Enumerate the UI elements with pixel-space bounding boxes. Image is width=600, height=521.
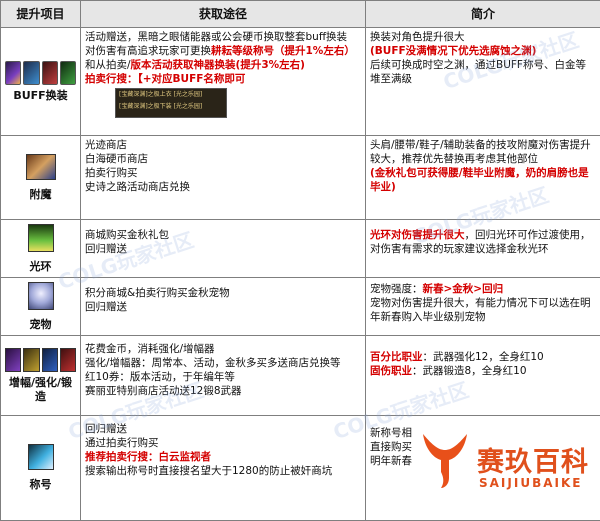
source-line: 推荐拍卖行搜：白云监视者 [85, 450, 361, 464]
aura-icon [28, 224, 54, 252]
intro-line: 明年新春 [370, 454, 596, 468]
source-cell: 光迹商店 白海硬币商店 拍卖行购买 史诗之路活动商店兑换 [81, 136, 366, 220]
intro-cell: 新称号相 直接购买 明年新春 [366, 416, 600, 521]
source-line: 商城购买金秋礼包 [85, 228, 361, 242]
source-line: 积分商城&拍卖行购买金秋宠物 [85, 286, 361, 300]
intro-cell: 光环对伤害提升很大，回归光环可作过渡使用，对伤害有需求的玩家建议选择金秋光环 [366, 220, 600, 278]
source-line: 对伤害有高追求玩家可更换耕耘等级称号（提升1%左右） [85, 44, 361, 58]
item-cell: 称号 [1, 416, 81, 521]
source-line: 光迹商店 [85, 138, 361, 152]
source-line: 回归赠送 [85, 422, 361, 436]
intro-line: 换装对角色提升很大 [370, 30, 596, 44]
source-cell: 活动赠送，黑暗之眼储能器或公会硬币换取整套buff换装 对伤害有高追求玩家可更换… [81, 28, 366, 136]
intro-line: 宠物对伤害提升很大，有能力情况下可以选在明年新春购入毕业级别宠物 [370, 296, 596, 324]
item-name: BUFF换装 [5, 89, 76, 103]
table-row: BUFF换装 活动赠送，黑暗之眼储能器或公会硬币换取整套buff换装 对伤害有高… [1, 28, 600, 136]
source-cell: 积分商城&拍卖行购买金秋宠物 回归赠送 [81, 278, 366, 336]
source-line: 拍卖行购买 [85, 166, 361, 180]
item-name: 附魔 [5, 188, 76, 202]
amplify-icon [5, 348, 21, 372]
enchant-card-icon [26, 154, 56, 180]
item-name: 增幅/强化/锻造 [5, 376, 76, 404]
item-cell: 增幅/强化/锻造 [1, 336, 81, 416]
source-line: 和从拍卖/版本活动获取神器换装(提升3%左右) [85, 58, 361, 72]
intro-line: 宠物强度：新春>金秋>回归 [370, 282, 596, 296]
intro-line: 新称号相 [370, 426, 596, 440]
item-cell: 光环 [1, 220, 81, 278]
table-row: 增幅/强化/锻造 花费金币，消耗强化/增幅器 强化/增幅器：周常本、活动，金秋多… [1, 336, 600, 416]
item-cell: BUFF换装 [1, 28, 81, 136]
intro-line: (BUFF没满情况下优先选腐蚀之渊) [370, 44, 596, 58]
item-cell: 附魔 [1, 136, 81, 220]
source-cell: 商城购买金秋礼包 回归赠送 [81, 220, 366, 278]
intro-line: 固伤职业：武器锻造8，全身红10 [370, 364, 596, 378]
intro-line: (金秋礼包可获得腰/鞋毕业附魔，奶的肩膀也是毕业) [370, 166, 596, 194]
buff-icons [5, 61, 76, 85]
intro-cell: 宠物强度：新春>金秋>回归 宠物对伤害提升很大，有能力情况下可以选在明年新春购入… [366, 278, 600, 336]
table-row: 称号 回归赠送 通过拍卖行购买 推荐拍卖行搜：白云监视者 搜索输出称号时直接搜名… [1, 416, 600, 521]
table-row: 附魔 光迹商店 白海硬币商店 拍卖行购买 史诗之路活动商店兑换 头肩/腰带/鞋子… [1, 136, 600, 220]
upgrade-table: 提升项目 获取途径 简介 BUFF换装 活动赠送，黑暗之眼储能器或公会硬币换取整… [0, 0, 600, 521]
item-name: 光环 [5, 260, 76, 274]
header-intro: 简介 [366, 1, 600, 28]
intro-cell: 百分比职业：武器强化12，全身红10 固伤职业：武器锻造8，全身红10 [366, 336, 600, 416]
source-line: 史诗之路活动商店兑换 [85, 180, 361, 194]
intro-line: 头肩/腰带/鞋子/辅助装备的技攻附魔对伤害提升较大，推荐优先替换再考虑其他部位 [370, 138, 596, 166]
header-item: 提升项目 [1, 1, 81, 28]
source-line: 红10券：版本活动，于年编年等 [85, 370, 361, 384]
source-line: 赛丽亚特别商店活动送12锻8武器 [85, 384, 361, 398]
table-row: 光环 商城购买金秋礼包 回归赠送 光环对伤害提升很大，回归光环可作过渡使用，对伤… [1, 220, 600, 278]
source-line: 白海硬币商店 [85, 152, 361, 166]
source-line: 拍卖行搜：【+对应BUFF名称即可 [85, 72, 361, 86]
source-line: 回归赠送 [85, 242, 361, 256]
source-line: 花费金币，消耗强化/增幅器 [85, 342, 361, 356]
source-cell: 花费金币，消耗强化/增幅器 强化/增幅器：周常本、活动，金秋多买多送商店兑换等 … [81, 336, 366, 416]
intro-cell: 换装对角色提升很大 (BUFF没满情况下优先选腐蚀之渊) 后续可换成时空之渊，通… [366, 28, 600, 136]
source-line: 回归赠送 [85, 300, 361, 314]
intro-cell: 头肩/腰带/鞋子/辅助装备的技攻附魔对伤害提升较大，推荐优先替换再考虑其他部位 … [366, 136, 600, 220]
source-cell: 回归赠送 通过拍卖行购买 推荐拍卖行搜：白云监视者 搜索输出称号时直接搜名望大于… [81, 416, 366, 521]
intro-line: 光环对伤害提升很大，回归光环可作过渡使用，对伤害有需求的玩家建议选择金秋光环 [370, 228, 596, 256]
source-line: 强化/增幅器：周常本、活动，金秋多买多送商店兑换等 [85, 356, 361, 370]
source-line: 活动赠送，黑暗之眼储能器或公会硬币换取整套buff换装 [85, 30, 361, 44]
buff-gear-icon [42, 61, 58, 85]
table-header-row: 提升项目 获取途径 简介 [1, 1, 600, 28]
item-name: 宠物 [5, 318, 76, 332]
buff-gear-icon [23, 61, 39, 85]
pet-icon [28, 282, 54, 310]
intro-line: 百分比职业：武器强化12，全身红10 [370, 350, 596, 364]
reinforce-icon [23, 348, 39, 372]
forge-icon [60, 348, 76, 372]
intro-line: 直接购买 [370, 440, 596, 454]
item-cell: 宠物 [1, 278, 81, 336]
auction-screenshot: [宝藏深渊]之极上衣 [光之乐园] [宝藏深渊]之极下装 [光之乐园] [115, 88, 227, 118]
ticket-icon [42, 348, 58, 372]
buff-gear-icon [5, 61, 21, 85]
header-source: 获取途径 [81, 1, 366, 28]
item-name: 称号 [5, 478, 76, 492]
title-badge-icon [28, 444, 54, 470]
buff-gear-icon [60, 61, 76, 85]
source-line: 通过拍卖行购买 [85, 436, 361, 450]
amp-icons [5, 348, 76, 372]
table-row: 宠物 积分商城&拍卖行购买金秋宠物 回归赠送 宠物强度：新春>金秋>回归 宠物对… [1, 278, 600, 336]
intro-line: 后续可换成时空之渊，通过BUFF称号、白金等堆至满级 [370, 58, 596, 86]
source-line: 搜索输出称号时直接搜名望大于1280的防止被奸商坑 [85, 464, 361, 478]
